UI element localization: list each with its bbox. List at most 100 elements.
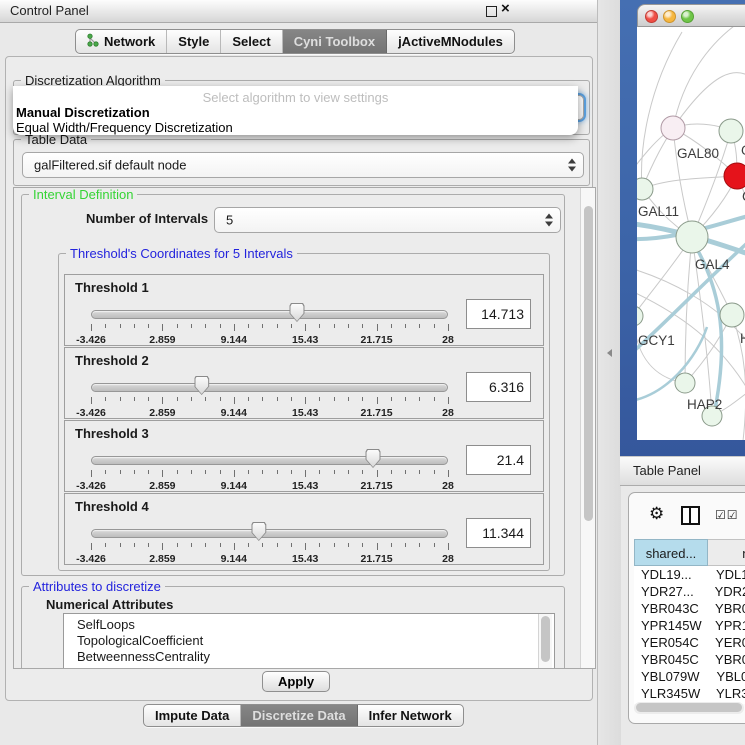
table-cell[interactable]: YBL079W <box>634 668 707 685</box>
table-cell[interactable]: YDR27... <box>634 583 706 600</box>
tab-impute-data[interactable]: Impute Data <box>144 705 241 726</box>
slider-thumb[interactable] <box>289 303 304 322</box>
slider-tick <box>162 397 163 404</box>
table-cell[interactable]: YER0 <box>706 634 745 651</box>
table-row[interactable]: YPR145WYPR1 <box>634 617 745 634</box>
table-horizontal-scrollbar[interactable] <box>634 702 744 714</box>
table-cell[interactable]: YPR145W <box>634 617 706 634</box>
slider-thumb[interactable] <box>251 522 266 541</box>
network-tree-icon <box>87 33 99 50</box>
close-window-icon[interactable] <box>645 10 658 23</box>
table-cell[interactable]: YLR3 <box>707 685 745 702</box>
list-item[interactable]: TopologicalCoefficient <box>64 633 554 649</box>
column-header-name[interactable]: na <box>708 539 745 566</box>
select-columns-icon[interactable]: ☑☑ <box>715 508 739 522</box>
slider-tick <box>277 397 278 401</box>
tab-network[interactable]: Network <box>76 30 167 53</box>
slider-thumb[interactable] <box>366 449 381 468</box>
tab-infer-network[interactable]: Infer Network <box>358 705 463 726</box>
table-cell[interactable]: YDL1 <box>707 566 745 583</box>
dropdown-option-manual[interactable]: Manual Discretization <box>16 105 150 120</box>
table-cell[interactable]: YBR045C <box>634 651 706 668</box>
attributes-list-scrollbar[interactable] <box>538 614 552 669</box>
tab-style[interactable]: Style <box>167 30 221 53</box>
column-header-shared-name[interactable]: shared... <box>634 539 708 566</box>
tab-discretize-data[interactable]: Discretize Data <box>241 705 357 726</box>
threshold-value-box[interactable]: 14.713 <box>466 299 531 329</box>
slider-tick <box>391 543 392 547</box>
threshold-slider[interactable]: -3.4262.8599.14415.4321.71528 <box>91 451 448 489</box>
network-node[interactable] <box>637 306 643 326</box>
network-node[interactable] <box>719 119 743 143</box>
dropdown-option-equal-width[interactable]: Equal Width/Frequency Discretization <box>16 120 233 135</box>
threshold-slider[interactable]: -3.4262.8599.14415.4321.71528 <box>91 378 448 416</box>
slider-thumb[interactable] <box>194 376 209 395</box>
float-panel-icon[interactable] <box>486 6 497 17</box>
slider-tick <box>334 397 335 401</box>
tab-jactivemnodules[interactable]: jActiveMNodules <box>387 30 514 53</box>
table-cell[interactable]: YBR043C <box>634 600 706 617</box>
table-row[interactable]: YDR27...YDR2 <box>634 583 745 600</box>
table-row[interactable]: YBR045CYBR0 <box>634 651 745 668</box>
thresholds-group-label: Threshold's Coordinates for 5 Intervals <box>66 246 297 261</box>
slider-track[interactable] <box>91 456 448 465</box>
table-cell[interactable]: YBL0 <box>707 668 745 685</box>
network-node[interactable] <box>724 163 745 189</box>
slider-track[interactable] <box>91 310 448 319</box>
screen: Control Panel × Network Style Select Cyn… <box>0 0 745 745</box>
close-panel-icon[interactable]: × <box>501 0 510 17</box>
table-row[interactable]: YER054CYER0 <box>634 634 745 651</box>
panel-divider[interactable] <box>597 0 621 745</box>
table-row[interactable]: YLR345WYLR3 <box>634 685 745 702</box>
slider-tick <box>391 470 392 474</box>
table-cell[interactable]: YDL19... <box>634 566 707 583</box>
network-node[interactable] <box>675 373 695 393</box>
network-node[interactable] <box>661 116 685 140</box>
network-node[interactable] <box>637 178 653 200</box>
slider-tick <box>148 543 149 547</box>
table-cell[interactable]: YBR0 <box>706 600 745 617</box>
table-data-combobox[interactable]: galFiltered.sif default node <box>22 152 584 178</box>
gear-icon[interactable]: ⚙ <box>649 505 664 522</box>
threshold-slider[interactable]: -3.4262.8599.14415.4321.71528 <box>91 524 448 562</box>
table-cell[interactable]: YBR0 <box>706 651 745 668</box>
settings-scroll-area: Interval Definition Number of Intervals … <box>13 187 596 669</box>
minimize-window-icon[interactable] <box>663 10 676 23</box>
slider-tick <box>348 470 349 474</box>
table-cell[interactable]: YER054C <box>634 634 706 651</box>
slider-tick <box>105 324 106 328</box>
slider-track[interactable] <box>91 383 448 392</box>
table-row[interactable]: YDL19...YDL1 <box>634 566 745 583</box>
slider-tick <box>234 324 235 331</box>
table-cell[interactable]: YLR345W <box>634 685 707 702</box>
split-panel-icon[interactable] <box>681 506 700 525</box>
settings-vertical-scrollbar[interactable] <box>580 188 596 668</box>
tab-select[interactable]: Select <box>221 30 282 53</box>
table-cell[interactable]: YPR1 <box>706 617 745 634</box>
zoom-window-icon[interactable] <box>681 10 694 23</box>
table-row[interactable]: YBR043CYBR0 <box>634 600 745 617</box>
network-node[interactable] <box>676 221 708 253</box>
numerical-attributes-list[interactable]: SelfLoopsTopologicalCoefficientBetweenne… <box>63 613 555 669</box>
numerical-attributes-label: Numerical Attributes <box>46 597 173 612</box>
network-node[interactable] <box>720 303 744 327</box>
threshold-value-box[interactable]: 21.4 <box>466 445 531 475</box>
threshold-value-box[interactable]: 11.344 <box>466 518 531 548</box>
slider-tick <box>448 470 449 477</box>
divider-collapse-icon[interactable] <box>607 349 612 357</box>
list-item[interactable]: SelfLoops <box>64 617 554 633</box>
table-row[interactable]: YBL079WYBL0 <box>634 668 745 685</box>
threshold-value-box[interactable]: 6.316 <box>466 372 531 402</box>
table-cell[interactable]: YDR2 <box>706 583 745 600</box>
threshold-slider[interactable]: -3.4262.8599.14415.4321.71528 <box>91 305 448 343</box>
apply-button[interactable]: Apply <box>262 671 330 692</box>
tab-cyni-toolbox[interactable]: Cyni Toolbox <box>283 30 387 53</box>
number-of-intervals-combobox[interactable]: 5 <box>214 207 561 233</box>
network-window-titlebar[interactable] <box>637 4 745 27</box>
list-item[interactable]: BetweennessCentrality <box>64 649 554 665</box>
network-canvas[interactable]: GAL80GACGAL11GAL4GCY1HHAP2 <box>637 27 745 440</box>
slider-tick <box>248 543 249 547</box>
slider-track[interactable] <box>91 529 448 538</box>
slider-tick <box>220 324 221 328</box>
settings-scrollbar-thumb[interactable] <box>584 206 593 521</box>
